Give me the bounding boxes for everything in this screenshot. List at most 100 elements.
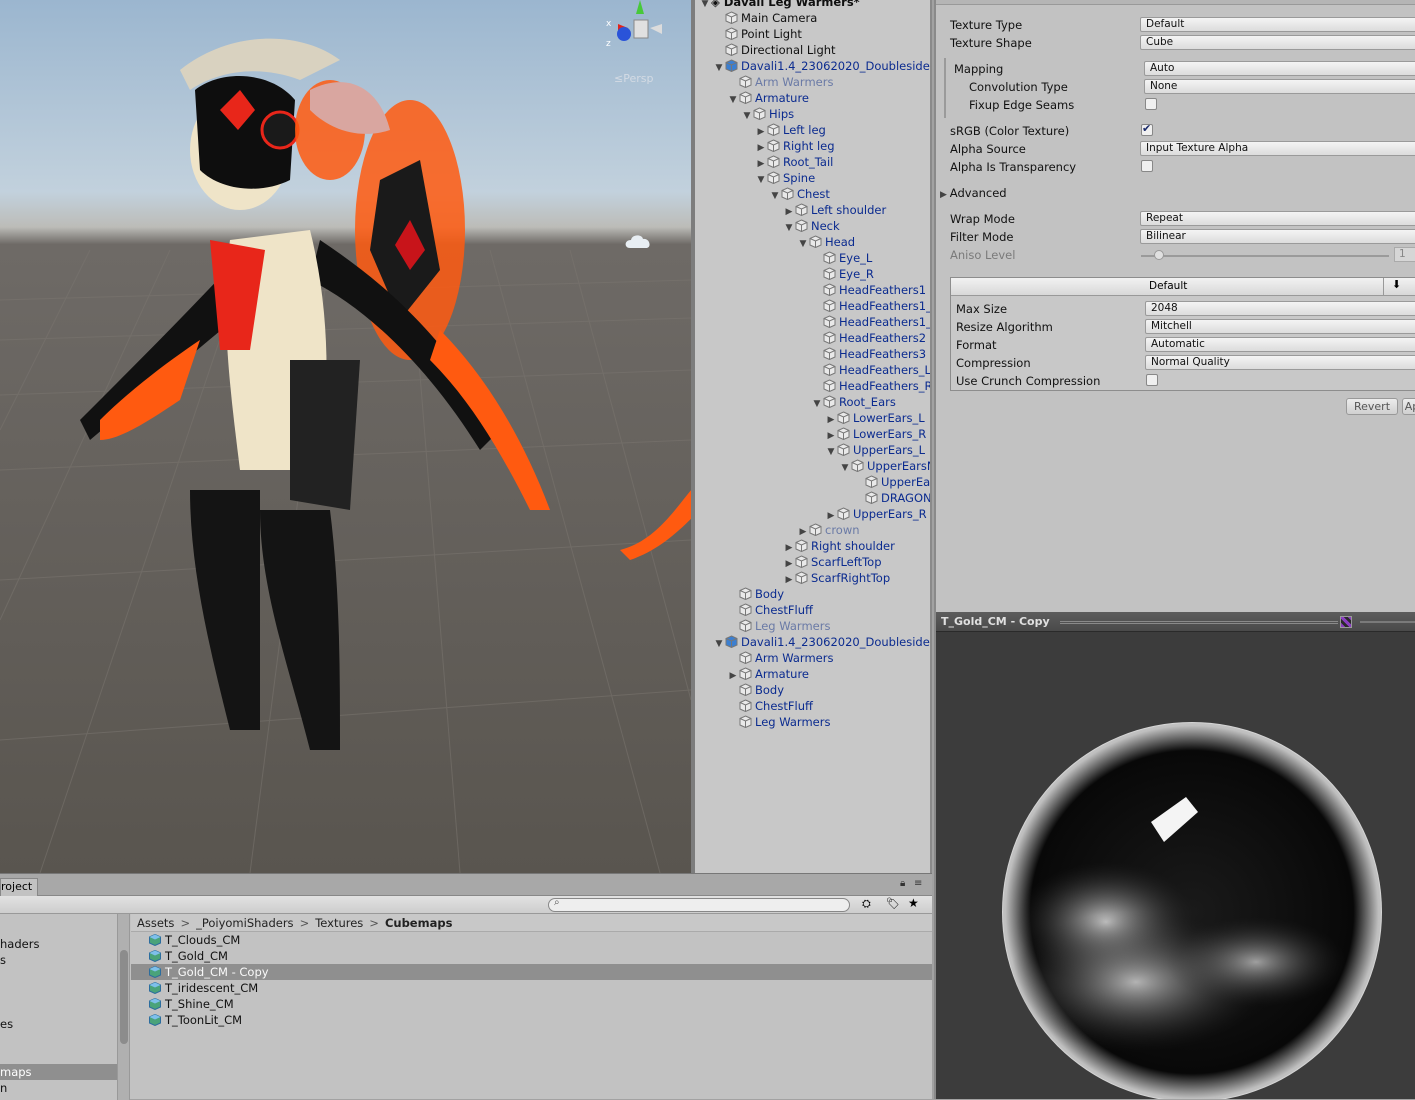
texture-type-dropdown[interactable]: Default <box>1140 17 1415 32</box>
hierarchy-item[interactable]: ▼ Davali1.4_23062020_Doublesided <box>713 58 930 76</box>
hierarchy-item[interactable]: ▶ crown <box>797 522 860 538</box>
cubemap-preview-sphere[interactable] <box>936 632 1415 1099</box>
panel-menu-icon[interactable]: ≡ <box>914 878 922 889</box>
folder-tree-scrollbar[interactable] <box>118 914 130 1100</box>
expanded-arrow-icon[interactable]: ▼ <box>727 92 739 108</box>
hierarchy-item[interactable]: DRAGON <box>853 490 930 506</box>
crunch-compression-checkbox[interactable] <box>1146 374 1158 386</box>
platform-tab-default[interactable]: Default ⬇ <box>951 278 1415 296</box>
scene-view[interactable]: x z ≤Persp <box>0 0 691 873</box>
convolution-type-dropdown[interactable]: None <box>1144 79 1415 94</box>
hierarchy-item[interactable]: ▼ Spine <box>755 170 816 188</box>
expanded-arrow-icon[interactable]: ▼ <box>797 236 809 252</box>
compression-dropdown[interactable]: Normal Quality <box>1145 355 1415 370</box>
hierarchy-item[interactable]: ▶ Right leg <box>755 138 835 154</box>
breadcrumb-item[interactable]: Assets <box>137 916 174 930</box>
hierarchy-item[interactable]: HeadFeathers2 <box>811 330 926 346</box>
projection-label[interactable]: ≤Persp <box>614 72 653 85</box>
hierarchy-item[interactable]: HeadFeathers_R <box>811 378 930 394</box>
hierarchy-item[interactable]: ▶ UpperEars_R <box>825 506 927 522</box>
hierarchy-item[interactable]: ▼ Root_Ears <box>811 394 896 410</box>
expanded-arrow-icon[interactable]: ▼ <box>825 444 837 460</box>
advanced-foldout[interactable]: ▶ Advanced <box>940 186 1007 200</box>
hierarchy-item[interactable]: ▼ UpperEarsN <box>839 458 930 476</box>
srgb-checkbox[interactable] <box>1141 122 1153 136</box>
apply-button[interactable]: Ap <box>1402 398 1415 415</box>
hierarchy-item[interactable]: ▶ Root_Tail <box>755 154 834 170</box>
expanded-arrow-icon[interactable]: ▼ <box>783 220 795 236</box>
aniso-level-field[interactable]: 1 <box>1394 247 1415 262</box>
hierarchy-item[interactable]: ▶ LowerEars_R <box>825 426 927 442</box>
hierarchy-item[interactable]: ▼ Armature <box>727 90 809 106</box>
breadcrumb-item[interactable]: Textures <box>315 916 363 930</box>
hierarchy-item[interactable]: ▼ Head <box>797 234 856 252</box>
avatar-model[interactable] <box>60 30 691 790</box>
hierarchy-item[interactable]: HeadFeathers3 <box>811 346 926 362</box>
hierarchy-item[interactable]: ▶ Left leg <box>755 122 826 138</box>
hierarchy-item[interactable]: Eye_L <box>811 250 872 266</box>
mip-slider[interactable] <box>1360 621 1415 623</box>
filter-by-type-icon[interactable]: ⛭ <box>862 897 871 911</box>
hierarchy-item[interactable]: Arm Warmers <box>727 650 833 666</box>
collapsed-arrow-icon[interactable]: ▶ <box>783 572 795 588</box>
hierarchy-item[interactable]: HeadFeathers1 <box>811 282 926 298</box>
alpha-is-transparency-checkbox[interactable] <box>1141 160 1153 172</box>
expanded-arrow-icon[interactable]: ▼ <box>755 172 767 188</box>
hierarchy-item[interactable]: ▶ Armature <box>727 666 809 682</box>
hierarchy-item[interactable]: ▶ Left shoulder <box>783 202 887 218</box>
scene-title[interactable]: ▼ ◈ Davali Leg Warmers* <box>699 0 860 10</box>
hierarchy-item[interactable]: ChestFluff <box>727 602 813 618</box>
texture-shape-dropdown[interactable]: Cube <box>1140 35 1415 50</box>
hierarchy-item[interactable]: HeadFeathers1_ <box>811 298 930 314</box>
folder-tree-item[interactable]: s <box>0 952 117 968</box>
asset-item[interactable]: T_iridescent_CM <box>131 980 932 996</box>
hierarchy-item[interactable]: Main Camera <box>713 10 817 26</box>
hierarchy-item[interactable]: Body <box>727 682 784 698</box>
hierarchy-item[interactable]: HeadFeathers_L <box>811 362 930 378</box>
search-input[interactable]: ⌕ <box>548 897 850 912</box>
hierarchy-item[interactable]: Arm Warmers <box>727 74 833 90</box>
hierarchy-item[interactable]: ▼ Davali1.4_23062020_Doublesided <box>713 634 930 652</box>
wrap-mode-dropdown[interactable]: Repeat <box>1140 211 1415 226</box>
folder-tree-item[interactable]: es <box>0 1016 117 1032</box>
hierarchy-item[interactable]: ▶ ScarfRightTop <box>783 570 891 588</box>
hierarchy-item[interactable]: ▶ LowerEars_L <box>825 410 925 426</box>
resize-algorithm-dropdown[interactable]: Mitchell <box>1145 319 1415 334</box>
asset-item[interactable]: T_Gold_CM - Copy <box>131 964 932 980</box>
format-dropdown[interactable]: Automatic <box>1145 337 1415 352</box>
hierarchy-item[interactable]: ▼ UpperEars_L <box>825 442 925 458</box>
expanded-arrow-icon[interactable]: ▼ <box>839 460 851 476</box>
expanded-arrow-icon[interactable]: ▼ <box>713 60 725 76</box>
hierarchy-item[interactable]: ▶ ScarfLeftTop <box>783 554 882 570</box>
fixup-edge-seams-checkbox[interactable] <box>1145 98 1157 110</box>
expanded-arrow-icon[interactable]: ▼ <box>769 188 781 204</box>
asset-item[interactable]: T_Shine_CM <box>131 996 932 1012</box>
folder-tree-item[interactable]: n <box>0 1080 117 1096</box>
preview-header[interactable]: T_Gold_CM - Copy <box>936 612 1415 632</box>
revert-button[interactable]: Revert <box>1346 398 1398 415</box>
hierarchy-item[interactable]: HeadFeathers1_ <box>811 314 930 330</box>
breadcrumb-item[interactable]: Cubemaps <box>385 916 452 930</box>
folder-tree-item[interactable]: haders <box>0 936 117 952</box>
asset-item[interactable]: T_Clouds_CM <box>131 932 932 948</box>
aniso-level-slider[interactable] <box>1141 255 1389 257</box>
expanded-arrow-icon[interactable]: ▼ <box>741 108 753 124</box>
asset-item[interactable]: T_Gold_CM <box>131 948 932 964</box>
breadcrumb-item[interactable]: _PoiyomiShaders <box>196 916 293 930</box>
expanded-arrow-icon[interactable]: ▼ <box>713 636 725 652</box>
mapping-dropdown[interactable]: Auto <box>1144 61 1415 76</box>
hierarchy-item[interactable]: ▶ Right shoulder <box>783 538 895 554</box>
hierarchy-item[interactable]: Body <box>727 586 784 602</box>
alpha-source-dropdown[interactable]: Input Texture Alpha <box>1140 141 1415 156</box>
filter-by-label-icon[interactable]: 🏷︎ <box>886 897 900 910</box>
hierarchy-item[interactable]: Directional Light <box>713 42 836 58</box>
hierarchy-item[interactable]: ▼ Hips <box>741 106 795 124</box>
lock-icon[interactable]: 🔒︎ <box>900 878 905 889</box>
hierarchy-item[interactable]: Leg Warmers <box>727 714 830 730</box>
hierarchy-item[interactable]: ▼ Neck <box>783 218 840 234</box>
hierarchy-item[interactable]: Leg Warmers <box>727 618 830 634</box>
hierarchy-item[interactable]: UpperEa <box>853 474 930 490</box>
orientation-gizmo[interactable]: x z <box>600 0 675 60</box>
color-channel-icon[interactable] <box>1340 616 1352 628</box>
hierarchy-item[interactable]: Point Light <box>713 26 802 42</box>
